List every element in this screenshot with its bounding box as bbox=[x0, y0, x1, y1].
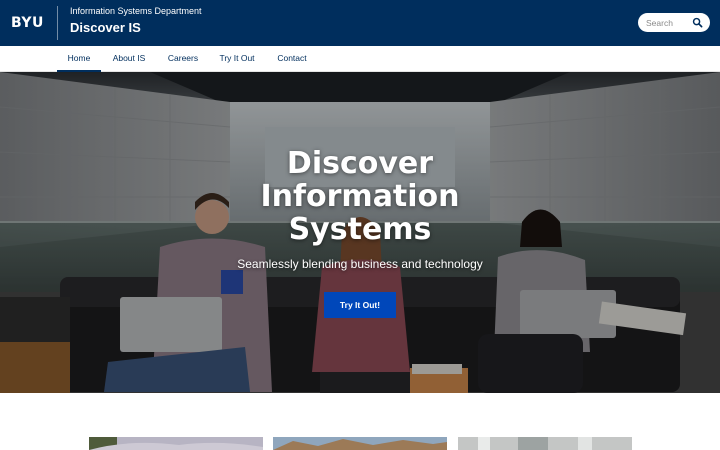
card-building-image[interactable] bbox=[458, 437, 632, 450]
card-canyon-image[interactable] bbox=[273, 437, 447, 450]
nav-contact[interactable]: Contact bbox=[272, 46, 312, 72]
department-name[interactable]: Information Systems Department bbox=[70, 6, 202, 16]
canyon-landscape-photo bbox=[273, 437, 447, 450]
search-input[interactable] bbox=[646, 16, 694, 29]
nav-careers[interactable]: Careers bbox=[162, 46, 204, 72]
hero-title-line: Information bbox=[260, 179, 460, 214]
nav-home[interactable]: Home bbox=[57, 46, 101, 72]
card-mountain-image[interactable] bbox=[89, 437, 263, 450]
main-nav: Home About IS Careers Try It Out Contact bbox=[0, 46, 720, 72]
search-icon[interactable] bbox=[692, 17, 703, 28]
site-header: BYU Information Systems Department Disco… bbox=[0, 0, 720, 46]
hero-title-line: Systems bbox=[288, 212, 432, 247]
nav-about-is[interactable]: About IS bbox=[108, 46, 150, 72]
search-box[interactable] bbox=[638, 13, 710, 32]
byu-logo[interactable]: BYU bbox=[11, 15, 44, 31]
hero-title-line: Discover bbox=[286, 146, 434, 181]
nav-try-it-out[interactable]: Try It Out bbox=[215, 46, 259, 72]
site-title[interactable]: Discover IS bbox=[70, 20, 141, 35]
mountain-landscape-photo bbox=[89, 437, 263, 450]
building-interior-photo bbox=[458, 437, 632, 450]
hero-banner: Discover Information Systems Seamlessly … bbox=[0, 72, 720, 393]
hero-title: Discover Information Systems bbox=[0, 147, 720, 246]
hero-subtitle: Seamlessly blending business and technol… bbox=[237, 257, 483, 271]
header-divider bbox=[57, 6, 58, 40]
try-it-out-button[interactable]: Try It Out! bbox=[324, 292, 396, 318]
